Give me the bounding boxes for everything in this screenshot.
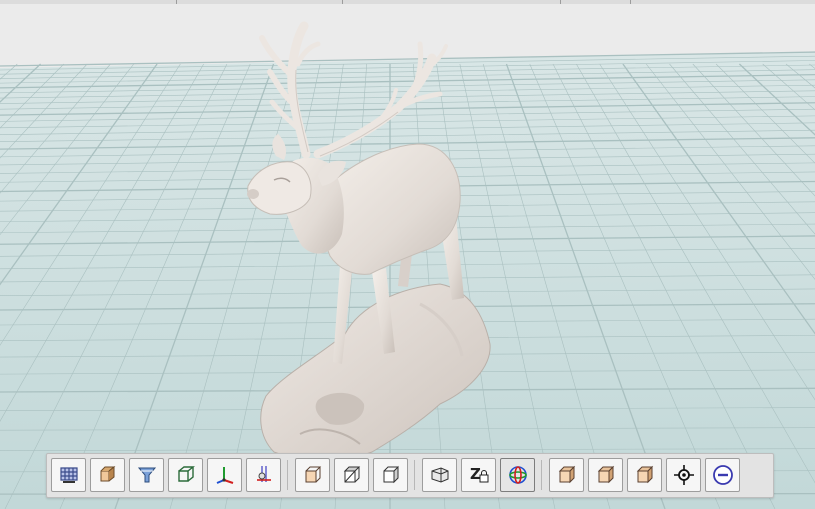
filter-view-button[interactable]	[129, 458, 164, 492]
minus-circle-icon	[712, 465, 733, 485]
axes-toggle-button[interactable]	[207, 458, 242, 492]
cube-top-icon	[343, 466, 360, 483]
shaded-cube-icon	[100, 465, 115, 482]
z-lock-button[interactable]: Z	[461, 458, 496, 492]
toolbar-separator	[287, 460, 288, 490]
crosshair-icon	[673, 465, 694, 485]
view-preset-3-button[interactable]	[627, 458, 662, 492]
xyz-axes-icon	[216, 467, 233, 484]
orbit-sphere-icon	[508, 466, 527, 484]
toolbar-separator	[414, 460, 415, 490]
svg-text:Z: Z	[470, 465, 481, 483]
ruler-icon	[256, 466, 271, 482]
measure-tool-button[interactable]	[246, 458, 281, 492]
funnel-icon	[137, 467, 156, 483]
bounding-box-button[interactable]	[168, 458, 203, 492]
cube-icon	[597, 465, 614, 484]
perspective-icon	[431, 467, 448, 483]
z-lock-icon: Z	[470, 465, 488, 483]
scene-canvas[interactable]	[0, 4, 815, 509]
shaded-view-button[interactable]	[90, 458, 125, 492]
wireframe-view-button[interactable]	[51, 458, 86, 492]
zoom-out-button[interactable]	[705, 458, 740, 492]
front-view-button[interactable]	[295, 458, 330, 492]
side-view-button[interactable]	[373, 458, 408, 492]
mesh-grid-icon	[59, 467, 78, 483]
view-preset-1-button[interactable]	[549, 458, 584, 492]
toolbar-separator	[541, 460, 542, 490]
view-preset-2-button[interactable]	[588, 458, 623, 492]
orbit-gizmo-button[interactable]	[500, 458, 535, 492]
cube-icon	[558, 465, 575, 484]
view-toolbar: Z	[46, 453, 774, 498]
cube-front-icon	[305, 466, 321, 483]
3d-viewport[interactable]	[0, 4, 815, 509]
center-view-button[interactable]	[666, 458, 701, 492]
box-outline-icon	[177, 466, 195, 482]
top-view-button[interactable]	[334, 458, 369, 492]
cube-icon	[636, 465, 653, 484]
perspective-toggle-button[interactable]	[422, 458, 457, 492]
cube-side-icon	[383, 465, 398, 484]
